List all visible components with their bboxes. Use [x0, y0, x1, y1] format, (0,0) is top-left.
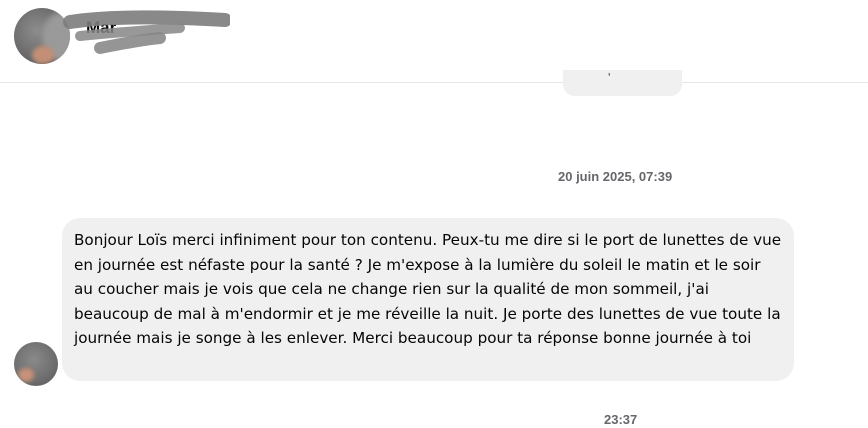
contact-name[interactable]: Mar: [86, 18, 116, 38]
message-timestamp: 20 juin 2025, 07:39: [558, 169, 673, 184]
message-text: Bonjour Loïs merci infiniment pour ton c…: [74, 231, 782, 348]
message-bubble[interactable]: Bonjour Loïs merci infiniment pour ton c…: [62, 218, 794, 381]
conversation-header: Mar: [0, 0, 868, 83]
sender-avatar[interactable]: [14, 342, 58, 386]
previous-message-bubble[interactable]: [563, 70, 682, 96]
previous-message-text: ': [608, 70, 611, 85]
conversation-view: Mar ' 20 juin 2025, 07:39 Bonjour Loïs m…: [0, 0, 868, 428]
contact-avatar[interactable]: [14, 8, 70, 64]
next-message-timestamp: 23:37: [604, 412, 638, 427]
